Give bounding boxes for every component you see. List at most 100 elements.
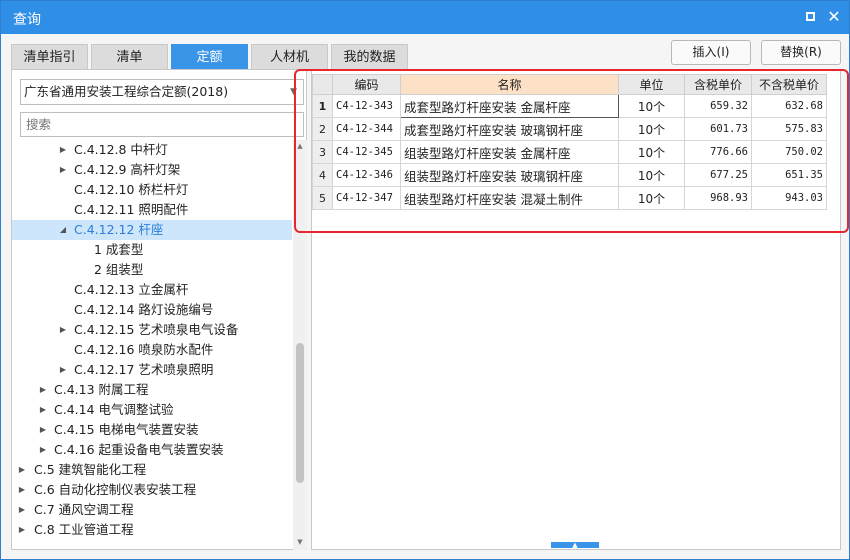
search-input[interactable] — [20, 112, 304, 137]
tree-item-label: C.4.12.13 立金属杆 — [74, 282, 189, 297]
header-code[interactable]: 编码 — [332, 74, 401, 95]
tree-item[interactable]: ▶ C.4.12.15 艺术喷泉电气设备 — [12, 320, 292, 340]
cell-tax-price[interactable]: 601.73 — [684, 117, 752, 141]
header-name[interactable]: 名称 — [400, 74, 619, 95]
tree-item[interactable]: ▶ C.5 建筑智能化工程 — [12, 460, 292, 480]
tree-item[interactable]: ▶ C.4.15 电梯电气装置安装 — [12, 420, 292, 440]
tree-item[interactable]: ▶ C.4.12.9 高杆灯架 — [12, 160, 292, 180]
cell-unit[interactable]: 10个 — [618, 140, 685, 164]
insert-button[interactable]: 插入(I) — [671, 40, 751, 65]
tree-item[interactable]: ▶ C.4.16 起重设备电气装置安装 — [12, 440, 292, 460]
table-row[interactable]: 2 C4-12-344 成套型路灯杆座安装 玻璃钢杆座 10个 601.73 5… — [312, 117, 827, 141]
row-number: 2 — [312, 117, 333, 141]
table-row[interactable]: 1 C4-12-343 成套型路灯杆座安装 金属杆座 10个 659.32 63… — [312, 94, 827, 118]
expand-arrow-icon[interactable]: ▶ — [38, 440, 48, 460]
header-tax-price[interactable]: 含税单价 — [684, 74, 752, 95]
tree-item-label: C.4.13 附属工程 — [54, 382, 149, 397]
tab-quota[interactable]: 定额 — [171, 44, 248, 70]
cell-name[interactable]: 组装型路灯杆座安装 玻璃钢杆座 — [400, 163, 619, 187]
quota-tree: ▶ C.4.12.8 中杆灯 ▶ C.4.12.9 高杆灯架 C.4.12.10 桥栏杆… — [12, 140, 292, 550]
row-number: 5 — [312, 186, 333, 210]
tree-item[interactable]: C.4.12.11 照明配件 — [12, 200, 292, 220]
cell-name[interactable]: 成套型路灯杆座安装 金属杆座 — [400, 94, 619, 118]
tree-item[interactable]: C.4.12.14 路灯设施编号 — [12, 300, 292, 320]
tree-item[interactable]: C.4.12.10 桥栏杆灯 — [12, 180, 292, 200]
expand-arrow-icon[interactable]: ▶ — [38, 420, 48, 440]
window-title: 查询 — [13, 12, 41, 28]
tab-list-guide[interactable]: 清单指引 — [11, 44, 88, 70]
collapse-arrow-icon[interactable]: ◢ — [58, 220, 68, 240]
tree-item[interactable]: ◢ C.4.12.12 杆座 — [12, 220, 292, 240]
tree-item[interactable]: C.4.12.16 喷泉防水配件 — [12, 340, 292, 360]
header-notax-price[interactable]: 不含税单价 — [751, 74, 827, 95]
tree-item[interactable]: ▶ C.4.12.17 艺术喷泉照明 — [12, 360, 292, 380]
cell-notax-price[interactable]: 651.35 — [751, 163, 827, 187]
cell-code[interactable]: C4-12-346 — [332, 163, 401, 187]
table-row[interactable]: 5 C4-12-347 组装型路灯杆座安装 混凝土制件 10个 968.93 9… — [312, 186, 827, 210]
tab-list[interactable]: 清单 — [91, 44, 168, 70]
tree-item[interactable]: 1 成套型 — [12, 240, 292, 260]
tab-my-data[interactable]: 我的数据 — [331, 44, 408, 70]
expand-arrow-icon[interactable]: ▶ — [58, 160, 68, 180]
cell-code[interactable]: C4-12-343 — [332, 94, 401, 118]
tree-item[interactable]: ▶ C.4.14 电气调整试验 — [12, 400, 292, 420]
cell-notax-price[interactable]: 750.02 — [751, 140, 827, 164]
tree-scrollbar[interactable]: ▲ ▼ — [293, 140, 307, 550]
cell-tax-price[interactable]: 968.93 — [684, 186, 752, 210]
tree-item-label: C.4.12.17 艺术喷泉照明 — [74, 362, 214, 377]
cell-tax-price[interactable]: 776.66 — [684, 140, 752, 164]
replace-button[interactable]: 替换(R) — [761, 40, 841, 65]
table-row[interactable]: 4 C4-12-346 组装型路灯杆座安装 玻璃钢杆座 10个 677.25 6… — [312, 163, 827, 187]
tree-item[interactable]: ▶ C.6 自动化控制仪表安装工程 — [12, 480, 292, 500]
panel-split-handle[interactable]: ▲ — [551, 542, 599, 549]
cell-tax-price[interactable]: 659.32 — [684, 94, 752, 118]
expand-arrow-icon[interactable]: ▶ — [38, 380, 48, 400]
quota-grid: 编码 名称 单位 含税单价 不含税单价 1 C4-12-343 成套型路灯杆座安… — [312, 74, 827, 210]
cell-code[interactable]: C4-12-347 — [332, 186, 401, 210]
tree-item-label: C.4.12.14 路灯设施编号 — [74, 302, 214, 317]
tree-item[interactable]: ▶ C.8 工业管道工程 — [12, 520, 292, 540]
scroll-down-icon[interactable]: ▼ — [296, 538, 304, 546]
expand-arrow-icon[interactable]: ▶ — [17, 500, 27, 520]
cell-notax-price[interactable]: 943.03 — [751, 186, 827, 210]
expand-arrow-icon[interactable]: ▶ — [58, 320, 68, 340]
tree-item-label: C.4.15 电梯电气装置安装 — [54, 422, 199, 437]
tree-item[interactable]: ▶ C.7 通风空调工程 — [12, 500, 292, 520]
tree-item[interactable]: 2 组装型 — [12, 260, 292, 280]
expand-arrow-icon[interactable]: ▶ — [38, 400, 48, 420]
cell-unit[interactable]: 10个 — [618, 117, 685, 141]
cell-name[interactable]: 组装型路灯杆座安装 混凝土制件 — [400, 186, 619, 210]
title-bar: 查询 ✕ — [1, 1, 849, 34]
tree-item-label: C.4.12.16 喷泉防水配件 — [74, 342, 214, 357]
cell-unit[interactable]: 10个 — [618, 186, 685, 210]
expand-arrow-icon[interactable]: ▶ — [58, 140, 68, 160]
header-unit[interactable]: 单位 — [618, 74, 685, 95]
cell-notax-price[interactable]: 575.83 — [751, 117, 827, 141]
scrollbar-thumb[interactable] — [296, 343, 304, 483]
scroll-up-icon[interactable]: ▲ — [296, 142, 304, 150]
cell-notax-price[interactable]: 632.68 — [751, 94, 827, 118]
tree-item[interactable]: C.4.12.13 立金属杆 — [12, 280, 292, 300]
expand-arrow-icon[interactable]: ▶ — [58, 360, 68, 380]
expand-arrow-icon[interactable]: ▶ — [17, 460, 27, 480]
tree-item-label: C.7 通风空调工程 — [34, 502, 134, 517]
cell-code[interactable]: C4-12-345 — [332, 140, 401, 164]
tree-item[interactable]: ▶ C.4.12.8 中杆灯 — [12, 140, 292, 160]
cell-unit[interactable]: 10个 — [618, 163, 685, 187]
tree-item-label: C.4.16 起重设备电气装置安装 — [54, 442, 224, 457]
close-icon[interactable]: ✕ — [826, 9, 842, 25]
expand-arrow-icon[interactable]: ▶ — [17, 520, 27, 540]
tree-item-label: C.4.12.12 杆座 — [74, 222, 164, 237]
tree-item-label: C.4.14 电气调整试验 — [54, 402, 174, 417]
cell-unit[interactable]: 10个 — [618, 94, 685, 118]
cell-code[interactable]: C4-12-344 — [332, 117, 401, 141]
tree-item[interactable]: ▶ C.4.13 附属工程 — [12, 380, 292, 400]
cell-tax-price[interactable]: 677.25 — [684, 163, 752, 187]
expand-arrow-icon[interactable]: ▶ — [17, 480, 27, 500]
tab-labor-material-machine[interactable]: 人材机 — [251, 44, 328, 70]
cell-name[interactable]: 组装型路灯杆座安装 金属杆座 — [400, 140, 619, 164]
cell-name[interactable]: 成套型路灯杆座安装 玻璃钢杆座 — [400, 117, 619, 141]
maximize-icon[interactable] — [802, 9, 818, 25]
table-row[interactable]: 3 C4-12-345 组装型路灯杆座安装 金属杆座 10个 776.66 75… — [312, 140, 827, 164]
quota-library-select[interactable]: 广东省通用安装工程综合定额(2018) ▼ — [20, 79, 304, 105]
